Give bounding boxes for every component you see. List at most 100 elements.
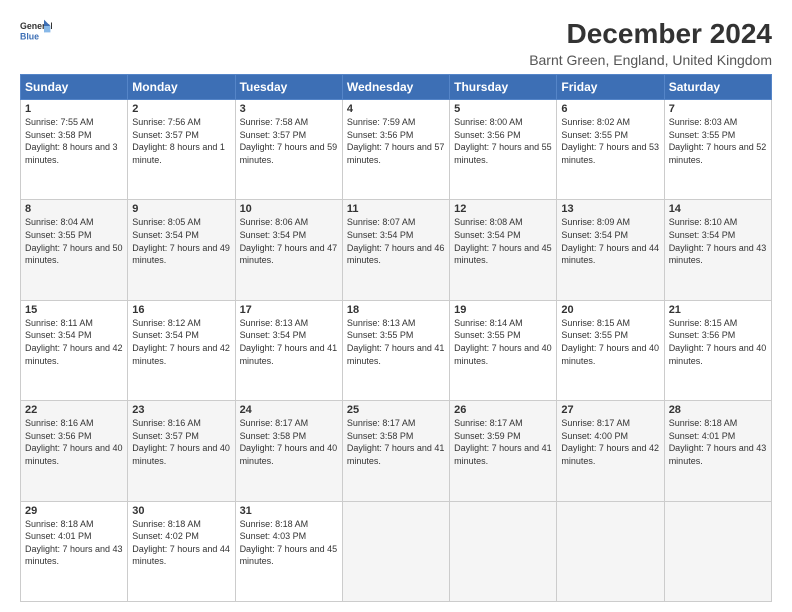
day-info: Sunrise: 8:18 AMSunset: 4:01 PMDaylight:… xyxy=(669,418,767,466)
day-number: 8 xyxy=(25,203,123,215)
table-row: 28 Sunrise: 8:18 AMSunset: 4:01 PMDaylig… xyxy=(664,401,771,501)
table-row: 16 Sunrise: 8:12 AMSunset: 3:54 PMDaylig… xyxy=(128,300,235,400)
day-info: Sunrise: 8:13 AMSunset: 3:54 PMDaylight:… xyxy=(240,318,338,366)
day-info: Sunrise: 8:02 AMSunset: 3:55 PMDaylight:… xyxy=(561,117,659,165)
day-number: 31 xyxy=(240,505,338,517)
calendar-header-row: Sunday Monday Tuesday Wednesday Thursday… xyxy=(21,75,772,100)
day-info: Sunrise: 8:08 AMSunset: 3:54 PMDaylight:… xyxy=(454,217,552,265)
table-row: 20 Sunrise: 8:15 AMSunset: 3:55 PMDaylig… xyxy=(557,300,664,400)
day-number: 10 xyxy=(240,203,338,215)
day-number: 14 xyxy=(669,203,767,215)
day-number: 30 xyxy=(132,505,230,517)
day-number: 22 xyxy=(25,404,123,416)
day-number: 13 xyxy=(561,203,659,215)
table-row: 9 Sunrise: 8:05 AMSunset: 3:54 PMDayligh… xyxy=(128,200,235,300)
table-row xyxy=(450,501,557,601)
day-number: 4 xyxy=(347,103,445,115)
day-info: Sunrise: 8:18 AMSunset: 4:03 PMDaylight:… xyxy=(240,519,338,567)
day-number: 5 xyxy=(454,103,552,115)
day-info: Sunrise: 8:15 AMSunset: 3:55 PMDaylight:… xyxy=(561,318,659,366)
day-number: 20 xyxy=(561,304,659,316)
table-row: 1 Sunrise: 7:55 AMSunset: 3:58 PMDayligh… xyxy=(21,100,128,200)
table-row: 5 Sunrise: 8:00 AMSunset: 3:56 PMDayligh… xyxy=(450,100,557,200)
calendar-week-row: 29 Sunrise: 8:18 AMSunset: 4:01 PMDaylig… xyxy=(21,501,772,601)
day-info: Sunrise: 8:09 AMSunset: 3:54 PMDaylight:… xyxy=(561,217,659,265)
day-info: Sunrise: 8:06 AMSunset: 3:54 PMDaylight:… xyxy=(240,217,338,265)
day-info: Sunrise: 8:17 AMSunset: 3:59 PMDaylight:… xyxy=(454,418,552,466)
day-number: 11 xyxy=(347,203,445,215)
table-row: 19 Sunrise: 8:14 AMSunset: 3:55 PMDaylig… xyxy=(450,300,557,400)
table-row: 15 Sunrise: 8:11 AMSunset: 3:54 PMDaylig… xyxy=(21,300,128,400)
table-row: 12 Sunrise: 8:08 AMSunset: 3:54 PMDaylig… xyxy=(450,200,557,300)
header-tuesday: Tuesday xyxy=(235,75,342,100)
page: General Blue December 2024 Barnt Green, … xyxy=(0,0,792,612)
header-saturday: Saturday xyxy=(664,75,771,100)
day-info: Sunrise: 8:07 AMSunset: 3:54 PMDaylight:… xyxy=(347,217,445,265)
calendar-week-row: 8 Sunrise: 8:04 AMSunset: 3:55 PMDayligh… xyxy=(21,200,772,300)
day-info: Sunrise: 8:15 AMSunset: 3:56 PMDaylight:… xyxy=(669,318,767,366)
day-number: 3 xyxy=(240,103,338,115)
day-info: Sunrise: 8:11 AMSunset: 3:54 PMDaylight:… xyxy=(25,318,123,366)
title-block: December 2024 Barnt Green, England, Unit… xyxy=(529,18,772,68)
table-row: 3 Sunrise: 7:58 AMSunset: 3:57 PMDayligh… xyxy=(235,100,342,200)
header-monday: Monday xyxy=(128,75,235,100)
table-row: 17 Sunrise: 8:13 AMSunset: 3:54 PMDaylig… xyxy=(235,300,342,400)
day-info: Sunrise: 8:03 AMSunset: 3:55 PMDaylight:… xyxy=(669,117,767,165)
day-info: Sunrise: 8:04 AMSunset: 3:55 PMDaylight:… xyxy=(25,217,123,265)
table-row: 11 Sunrise: 8:07 AMSunset: 3:54 PMDaylig… xyxy=(342,200,449,300)
page-subtitle: Barnt Green, England, United Kingdom xyxy=(529,52,772,68)
table-row: 4 Sunrise: 7:59 AMSunset: 3:56 PMDayligh… xyxy=(342,100,449,200)
table-row: 6 Sunrise: 8:02 AMSunset: 3:55 PMDayligh… xyxy=(557,100,664,200)
day-info: Sunrise: 8:16 AMSunset: 3:57 PMDaylight:… xyxy=(132,418,230,466)
day-number: 21 xyxy=(669,304,767,316)
day-number: 27 xyxy=(561,404,659,416)
day-number: 26 xyxy=(454,404,552,416)
table-row: 24 Sunrise: 8:17 AMSunset: 3:58 PMDaylig… xyxy=(235,401,342,501)
day-number: 12 xyxy=(454,203,552,215)
table-row: 2 Sunrise: 7:56 AMSunset: 3:57 PMDayligh… xyxy=(128,100,235,200)
logo: General Blue xyxy=(20,18,52,50)
header-wednesday: Wednesday xyxy=(342,75,449,100)
table-row: 26 Sunrise: 8:17 AMSunset: 3:59 PMDaylig… xyxy=(450,401,557,501)
table-row: 22 Sunrise: 8:16 AMSunset: 3:56 PMDaylig… xyxy=(21,401,128,501)
table-row: 7 Sunrise: 8:03 AMSunset: 3:55 PMDayligh… xyxy=(664,100,771,200)
day-number: 23 xyxy=(132,404,230,416)
table-row xyxy=(342,501,449,601)
day-info: Sunrise: 8:18 AMSunset: 4:02 PMDaylight:… xyxy=(132,519,230,567)
table-row: 8 Sunrise: 8:04 AMSunset: 3:55 PMDayligh… xyxy=(21,200,128,300)
page-title: December 2024 xyxy=(529,18,772,50)
day-info: Sunrise: 8:16 AMSunset: 3:56 PMDaylight:… xyxy=(25,418,123,466)
table-row: 31 Sunrise: 8:18 AMSunset: 4:03 PMDaylig… xyxy=(235,501,342,601)
table-row xyxy=(557,501,664,601)
header-thursday: Thursday xyxy=(450,75,557,100)
day-number: 17 xyxy=(240,304,338,316)
table-row: 13 Sunrise: 8:09 AMSunset: 3:54 PMDaylig… xyxy=(557,200,664,300)
day-number: 2 xyxy=(132,103,230,115)
day-info: Sunrise: 7:59 AMSunset: 3:56 PMDaylight:… xyxy=(347,117,445,165)
logo-icon: General Blue xyxy=(20,18,52,50)
calendar-week-row: 1 Sunrise: 7:55 AMSunset: 3:58 PMDayligh… xyxy=(21,100,772,200)
day-info: Sunrise: 7:58 AMSunset: 3:57 PMDaylight:… xyxy=(240,117,338,165)
header-sunday: Sunday xyxy=(21,75,128,100)
calendar-week-row: 15 Sunrise: 8:11 AMSunset: 3:54 PMDaylig… xyxy=(21,300,772,400)
table-row: 29 Sunrise: 8:18 AMSunset: 4:01 PMDaylig… xyxy=(21,501,128,601)
day-number: 6 xyxy=(561,103,659,115)
day-number: 15 xyxy=(25,304,123,316)
day-info: Sunrise: 8:17 AMSunset: 3:58 PMDaylight:… xyxy=(240,418,338,466)
table-row: 25 Sunrise: 8:17 AMSunset: 3:58 PMDaylig… xyxy=(342,401,449,501)
day-info: Sunrise: 8:17 AMSunset: 4:00 PMDaylight:… xyxy=(561,418,659,466)
day-number: 1 xyxy=(25,103,123,115)
day-number: 25 xyxy=(347,404,445,416)
day-info: Sunrise: 7:55 AMSunset: 3:58 PMDaylight:… xyxy=(25,117,118,165)
table-row: 30 Sunrise: 8:18 AMSunset: 4:02 PMDaylig… xyxy=(128,501,235,601)
day-info: Sunrise: 8:14 AMSunset: 3:55 PMDaylight:… xyxy=(454,318,552,366)
table-row: 10 Sunrise: 8:06 AMSunset: 3:54 PMDaylig… xyxy=(235,200,342,300)
header: General Blue December 2024 Barnt Green, … xyxy=(20,18,772,68)
day-number: 29 xyxy=(25,505,123,517)
header-friday: Friday xyxy=(557,75,664,100)
day-info: Sunrise: 8:12 AMSunset: 3:54 PMDaylight:… xyxy=(132,318,230,366)
day-number: 28 xyxy=(669,404,767,416)
day-number: 18 xyxy=(347,304,445,316)
day-info: Sunrise: 8:10 AMSunset: 3:54 PMDaylight:… xyxy=(669,217,767,265)
day-info: Sunrise: 8:05 AMSunset: 3:54 PMDaylight:… xyxy=(132,217,230,265)
